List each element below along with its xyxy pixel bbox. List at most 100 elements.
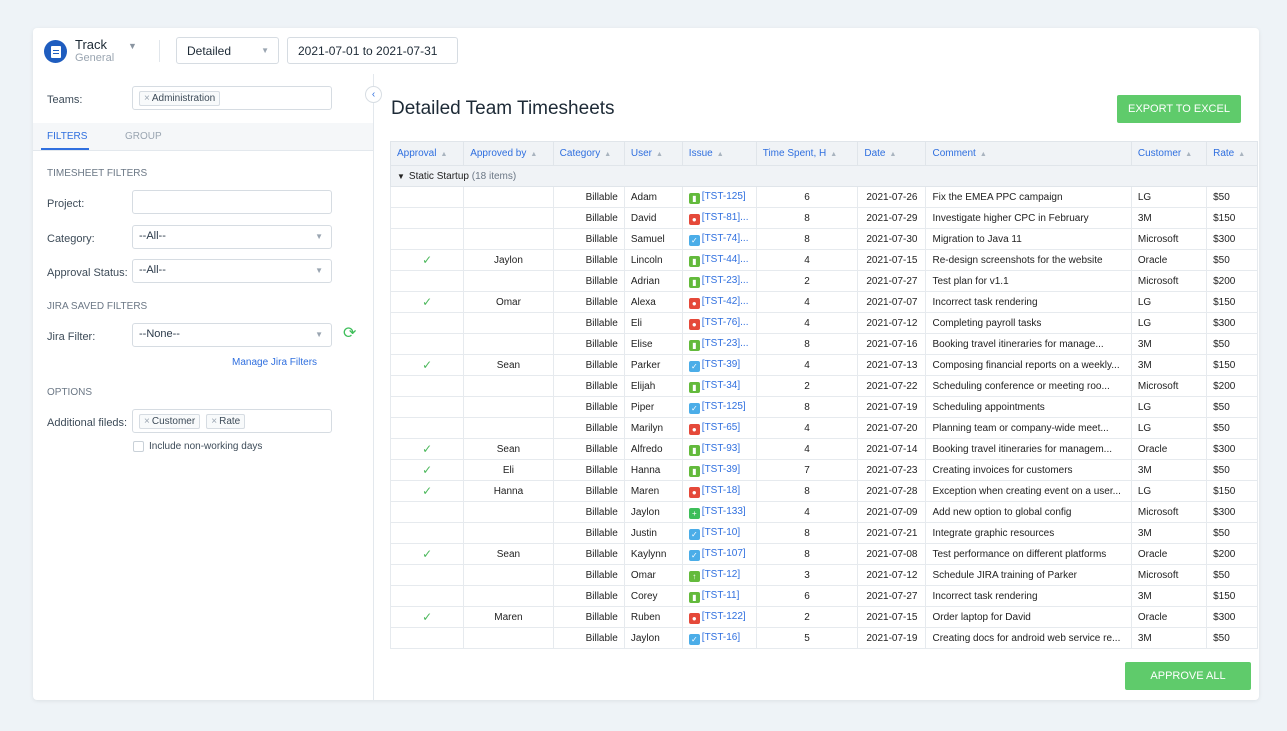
issue-cell[interactable]: ▮ [TST-23]... bbox=[681, 270, 757, 292]
column-header[interactable]: Comment ▲ bbox=[925, 141, 1132, 166]
jira-filter-select[interactable]: --None-- ▼ bbox=[132, 323, 332, 347]
issue-link[interactable]: [TST-10] bbox=[702, 527, 740, 538]
table-row[interactable]: ✓ Sean Billable Alfredo ▮ [TST-93] 4 2021-07-14… bbox=[389, 438, 1258, 460]
issue-cell[interactable]: ● [TST-76]... bbox=[681, 312, 757, 334]
export-to-excel-button[interactable]: EXPORT TO EXCEL bbox=[1117, 95, 1241, 123]
project-input[interactable] bbox=[132, 190, 332, 214]
issue-cell[interactable]: ✓ [TST-39] bbox=[681, 354, 757, 376]
approval-cell[interactable] bbox=[389, 375, 465, 397]
issue-link[interactable]: [TST-39] bbox=[702, 359, 740, 370]
issue-cell[interactable]: ✓ [TST-10] bbox=[681, 522, 757, 544]
table-row[interactable]: Billable Justin ✓ [TST-10] 8 2021-07-21 Integr… bbox=[389, 522, 1258, 544]
approval-cell[interactable]: ✓ bbox=[389, 291, 465, 313]
sort-arrow-icon[interactable]: ▲ bbox=[1185, 151, 1192, 158]
sort-arrow-icon[interactable]: ▲ bbox=[440, 151, 447, 158]
issue-cell[interactable]: ▮ [TST-11] bbox=[681, 585, 757, 607]
issue-link[interactable]: [TST-44]... bbox=[702, 254, 749, 265]
approve-all-button[interactable]: APPROVE ALL bbox=[1125, 662, 1251, 690]
nonworking-days-checkbox[interactable] bbox=[133, 441, 144, 452]
table-row[interactable]: ✓ Jaylon Billable Lincoln ▮ [TST-44]... 4 2021-… bbox=[389, 249, 1258, 271]
column-header[interactable]: Issue ▲ bbox=[681, 141, 757, 166]
approval-cell[interactable] bbox=[389, 627, 465, 649]
issue-link[interactable]: [TST-93] bbox=[702, 443, 740, 454]
issue-cell[interactable]: ▮ [TST-93] bbox=[681, 438, 757, 460]
issue-link[interactable]: [TST-16] bbox=[702, 632, 740, 643]
approval-cell[interactable] bbox=[389, 312, 465, 334]
column-header[interactable]: Category ▲ bbox=[552, 141, 625, 166]
issue-cell[interactable]: ✓ [TST-125] bbox=[681, 396, 757, 418]
report-type-select[interactable]: Detailed ▼ bbox=[176, 37, 279, 64]
issue-link[interactable]: [TST-122] bbox=[702, 611, 746, 622]
remove-tag-icon[interactable]: × bbox=[144, 93, 150, 104]
table-row[interactable]: Billable Elise ▮ [TST-23]... 8 2021-07-16 Book… bbox=[389, 333, 1258, 355]
approval-cell[interactable] bbox=[389, 585, 465, 607]
approval-cell[interactable] bbox=[389, 396, 465, 418]
issue-cell[interactable]: ● [TST-18] bbox=[681, 480, 757, 502]
approved-check-icon[interactable]: ✓ bbox=[422, 358, 432, 372]
table-row[interactable]: Billable Jaylon + [TST-133] 4 2021-07-09 Add n… bbox=[389, 501, 1258, 523]
column-header[interactable]: Rate ▲ bbox=[1206, 141, 1258, 166]
approval-cell[interactable] bbox=[389, 417, 465, 439]
field-tag[interactable]: × Customer bbox=[139, 414, 201, 429]
column-header[interactable]: Date ▲ bbox=[857, 141, 927, 166]
field-tag[interactable]: × Rate bbox=[206, 414, 246, 429]
approval-cell[interactable] bbox=[389, 333, 465, 355]
group-toggle-icon[interactable]: ▼ bbox=[397, 172, 405, 181]
approved-check-icon[interactable]: ✓ bbox=[422, 253, 432, 267]
table-row[interactable]: ✓ Omar Billable Alexa ● [TST-42]... 4 2021-07-0… bbox=[389, 291, 1258, 313]
sort-arrow-icon[interactable]: ▲ bbox=[656, 151, 663, 158]
column-header[interactable]: Customer ▲ bbox=[1130, 141, 1208, 166]
date-range-input[interactable]: 2021-07-01 to 2021-07-31 bbox=[287, 37, 458, 64]
sort-arrow-icon[interactable]: ▲ bbox=[530, 151, 537, 158]
table-row[interactable]: Billable Marilyn ● [TST-65] 4 2021-07-20 Plann… bbox=[389, 417, 1258, 439]
table-row[interactable]: ✓ Sean Billable Parker ✓ [TST-39] 4 2021-07-13 C… bbox=[389, 354, 1258, 376]
remove-tag-icon[interactable]: × bbox=[211, 416, 217, 427]
tab-group[interactable]: GROUP bbox=[125, 131, 162, 142]
issue-cell[interactable]: ✓ [TST-16] bbox=[681, 627, 757, 649]
issue-link[interactable]: [TST-76]... bbox=[702, 317, 749, 328]
issue-link[interactable]: [TST-23]... bbox=[702, 275, 749, 286]
issue-cell[interactable]: ▮ [TST-34] bbox=[681, 375, 757, 397]
issue-link[interactable]: [TST-74]... bbox=[702, 233, 749, 244]
approved-check-icon[interactable]: ✓ bbox=[422, 610, 432, 624]
manage-jira-filters-link[interactable]: Manage Jira Filters bbox=[232, 357, 317, 368]
table-row[interactable]: Billable Adam ▮ [TST-125] 6 2021-07-26 Fix the… bbox=[389, 186, 1258, 208]
issue-link[interactable]: [TST-65] bbox=[702, 422, 740, 433]
approved-check-icon[interactable]: ✓ bbox=[422, 295, 432, 309]
issue-cell[interactable]: ▮ [TST-39] bbox=[681, 459, 757, 481]
table-row[interactable]: Billable Piper ✓ [TST-125] 8 2021-07-19 Schedu… bbox=[389, 396, 1258, 418]
refresh-icon[interactable]: ⟳ bbox=[343, 326, 356, 342]
table-row[interactable]: ✓ Maren Billable Ruben ● [TST-122] 2 2021-07-15… bbox=[389, 606, 1258, 628]
table-row[interactable]: Billable Samuel ✓ [TST-74]... 8 2021-07-30 Mig… bbox=[389, 228, 1258, 250]
approval-cell[interactable] bbox=[389, 270, 465, 292]
issue-link[interactable]: [TST-39] bbox=[702, 464, 740, 475]
app-title[interactable]: Track bbox=[75, 37, 107, 52]
sort-arrow-icon[interactable]: ▲ bbox=[830, 151, 837, 158]
approval-cell[interactable] bbox=[389, 564, 465, 586]
issue-cell[interactable]: ● [TST-81]... bbox=[681, 207, 757, 229]
approved-check-icon[interactable]: ✓ bbox=[422, 547, 432, 561]
issue-cell[interactable]: ↑ [TST-12] bbox=[681, 564, 757, 586]
issue-cell[interactable]: ● [TST-122] bbox=[681, 606, 757, 628]
issue-cell[interactable]: ▮ [TST-125] bbox=[681, 186, 757, 208]
approved-check-icon[interactable]: ✓ bbox=[422, 484, 432, 498]
column-header[interactable]: Approved by ▲ bbox=[463, 141, 554, 166]
issue-cell[interactable]: ● [TST-42]... bbox=[681, 291, 757, 313]
issue-link[interactable]: [TST-133] bbox=[702, 506, 746, 517]
approval-cell[interactable]: ✓ bbox=[389, 459, 465, 481]
issue-cell[interactable]: + [TST-133] bbox=[681, 501, 757, 523]
approval-cell[interactable]: ✓ bbox=[389, 354, 465, 376]
sort-arrow-icon[interactable]: ▲ bbox=[890, 151, 897, 158]
team-tag[interactable]: × Administration bbox=[139, 91, 221, 106]
sort-arrow-icon[interactable]: ▲ bbox=[980, 151, 987, 158]
approval-cell[interactable]: ✓ bbox=[389, 606, 465, 628]
issue-link[interactable]: [TST-125] bbox=[702, 191, 746, 202]
issue-link[interactable]: [TST-23]... bbox=[702, 338, 749, 349]
issue-link[interactable]: [TST-18] bbox=[702, 485, 740, 496]
table-row[interactable]: ✓ Sean Billable Kaylynn ✓ [TST-107] 8 2021-07-0… bbox=[389, 543, 1258, 565]
teams-input[interactable]: × Administration bbox=[132, 86, 332, 110]
approval-cell[interactable] bbox=[389, 501, 465, 523]
table-row[interactable]: ✓ Hanna Billable Maren ● [TST-18] 8 2021-07-28 E… bbox=[389, 480, 1258, 502]
approval-cell[interactable] bbox=[389, 522, 465, 544]
approval-cell[interactable]: ✓ bbox=[389, 438, 465, 460]
